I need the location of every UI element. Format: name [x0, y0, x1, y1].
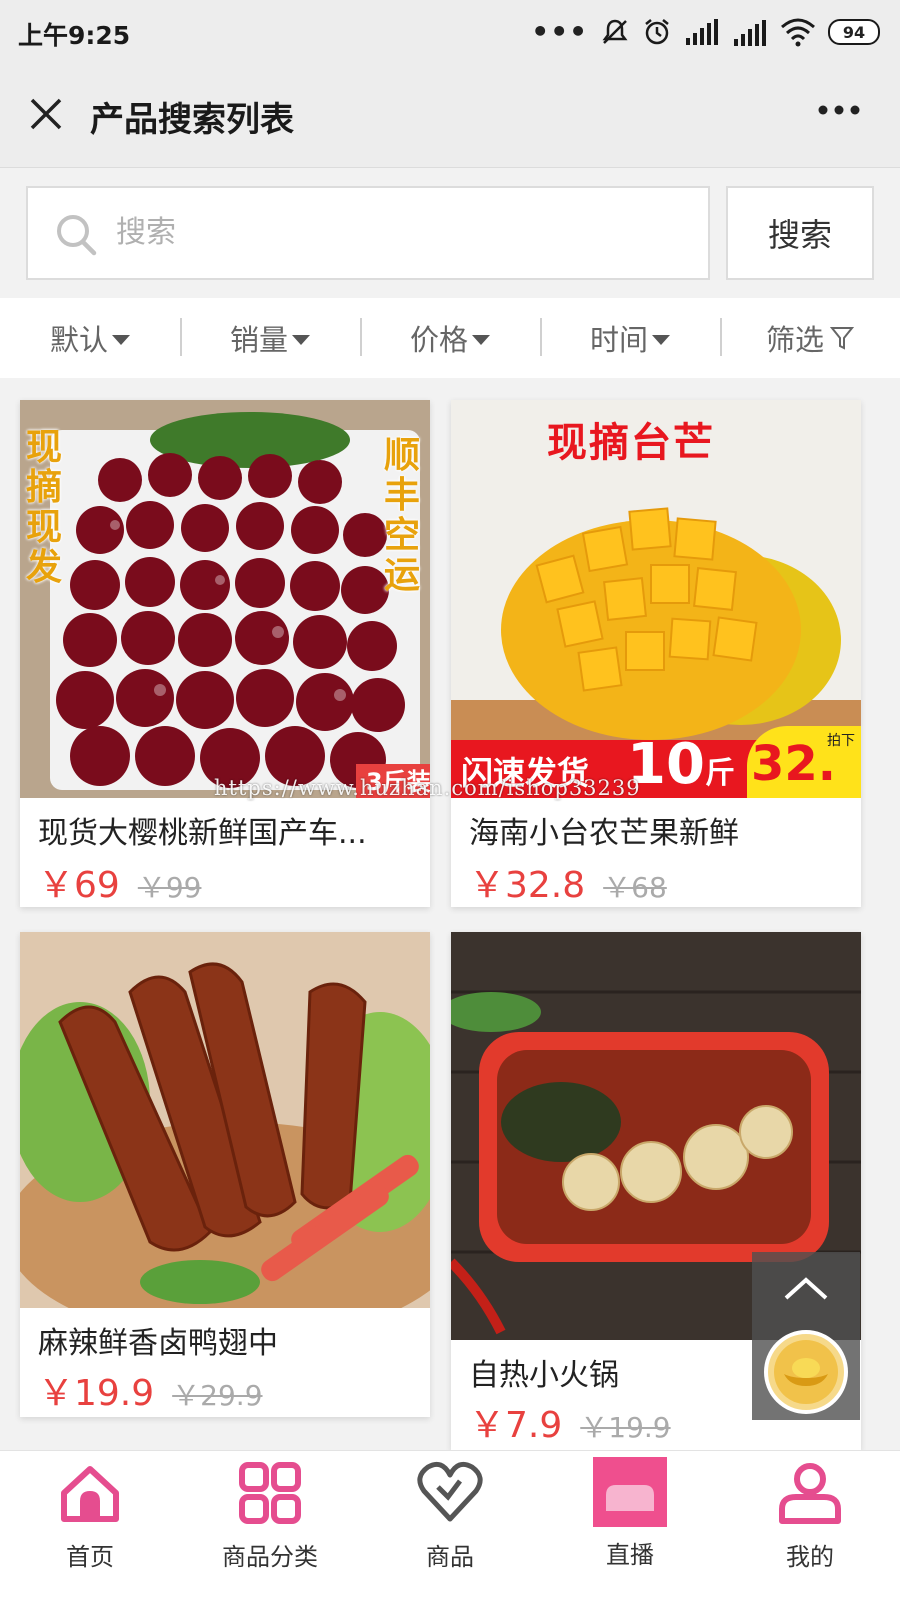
tab-products-label: 商品	[426, 1543, 474, 1571]
home-icon	[54, 1457, 126, 1529]
sort-price[interactable]: 价格	[360, 298, 540, 378]
gold-ingot-icon	[764, 1330, 848, 1414]
bottom-tab-bar: 首页 商品分类 商品 直播 我的	[0, 1450, 900, 1600]
search-area: 搜索	[0, 168, 900, 298]
signal-icon	[686, 19, 718, 45]
tab-live-label: 直播	[606, 1541, 654, 1569]
product-title: 麻辣鲜香卤鸭翅中	[38, 1326, 278, 1361]
back-to-top-button[interactable]	[752, 1252, 860, 1324]
search-input[interactable]	[116, 202, 676, 262]
status-icons: ••• 94	[531, 14, 880, 50]
status-bar: 上午9:25 ••• 94	[0, 0, 900, 64]
caret-down-icon	[652, 335, 670, 345]
search-box[interactable]	[26, 186, 710, 280]
product-price: ￥19.9	[38, 1373, 155, 1414]
sort-sales-label: 销量	[229, 323, 288, 357]
sort-filter-label: 筛选	[765, 323, 824, 357]
mango-badge-unit: 斤	[704, 756, 735, 791]
search-icon	[57, 215, 97, 256]
cherry-banner-right: 顺丰空运	[384, 435, 421, 596]
product-price: ￥69	[38, 865, 120, 906]
product-title: 自热小火锅	[469, 1358, 619, 1393]
mango-badge-price: 32.	[751, 736, 837, 792]
chevron-up-icon	[784, 1277, 828, 1300]
product-old-price: ￥19.9	[580, 1411, 671, 1444]
cherry-banner-left: 现摘现发	[26, 427, 63, 588]
sort-bar: 默认 销量 价格 时间 筛选	[0, 298, 900, 378]
tab-live[interactable]: 直播	[540, 1451, 720, 1600]
product-old-price: ￥68	[603, 871, 667, 904]
caret-down-icon	[292, 335, 310, 345]
heart-icon	[414, 1457, 486, 1529]
live-icon	[593, 1457, 667, 1527]
sort-default-label: 默认	[49, 323, 108, 357]
price-row: ￥19.9 ￥29.9	[38, 1364, 263, 1416]
product-title: 现货大樱桃新鲜国产车...	[38, 816, 367, 851]
product-card-duck[interactable]: 麻辣鲜香卤鸭翅中 ￥19.9 ￥29.9	[20, 932, 430, 1417]
sort-filter[interactable]: 筛选	[720, 298, 900, 378]
price-row: ￥32.8 ￥68	[469, 856, 667, 907]
tab-categories-label: 商品分类	[222, 1543, 318, 1571]
sort-time-label: 时间	[589, 323, 648, 357]
mango-price-badge: 拍下 32.	[747, 726, 861, 798]
sort-sales[interactable]: 销量	[180, 298, 360, 378]
wifi-icon	[781, 18, 815, 47]
product-image-cherry: 现摘现发 顺丰空运 3斤装	[20, 400, 430, 798]
mango-banner-top: 现摘台芒	[547, 420, 715, 466]
mute-icon	[602, 19, 628, 44]
caret-down-icon	[112, 335, 130, 345]
product-price: ￥32.8	[469, 865, 586, 906]
nav-bar: 产品搜索列表	[0, 64, 900, 168]
alarm-icon	[645, 19, 669, 45]
product-price: ￥7.9	[469, 1405, 563, 1446]
tab-mine-label: 我的	[786, 1543, 834, 1571]
user-icon	[774, 1457, 846, 1529]
sort-price-label: 价格	[409, 323, 468, 357]
mango-badge-mid: 10斤	[627, 732, 735, 797]
watermark-text: https://www.huzhan.com/ishop33239	[214, 776, 641, 800]
price-row: ￥69 ￥99	[38, 856, 201, 907]
cherry-illustration	[20, 400, 430, 798]
status-time: 上午9:25	[18, 21, 131, 50]
tab-home[interactable]: 首页	[0, 1451, 180, 1600]
duck-wing-illustration	[20, 932, 430, 1308]
grid-icon	[234, 1457, 306, 1529]
search-button[interactable]: 搜索	[726, 186, 874, 280]
tab-products[interactable]: 商品	[360, 1451, 540, 1600]
filter-icon	[830, 327, 854, 350]
product-title: 海南小台农芒果新鲜	[469, 816, 739, 851]
battery-icon: 94	[828, 19, 880, 45]
product-old-price: ￥29.9	[172, 1379, 263, 1412]
gold-ingot-button[interactable]	[752, 1324, 860, 1420]
tab-home-label: 首页	[66, 1543, 114, 1571]
product-image-mango: 现摘台芒 闪速发货 10斤 拍下 32.	[451, 400, 861, 798]
more-notifications-icon: •••	[531, 15, 588, 48]
battery-level: 94	[842, 22, 866, 42]
caret-down-icon	[472, 335, 490, 345]
price-row: ￥7.9 ￥19.9	[469, 1396, 671, 1448]
product-old-price: ￥99	[137, 871, 202, 904]
sort-time[interactable]: 时间	[540, 298, 720, 378]
tab-categories[interactable]: 商品分类	[180, 1451, 360, 1600]
product-card-cherry[interactable]: 现摘现发 顺丰空运 3斤装 现货大樱桃新鲜国产车... ￥69 ￥99	[20, 400, 430, 907]
tab-mine[interactable]: 我的	[720, 1451, 900, 1600]
product-image-duck	[20, 932, 430, 1308]
more-icon[interactable]	[816, 100, 862, 120]
sort-default[interactable]: 默认	[0, 298, 180, 378]
product-card-mango[interactable]: 现摘台芒 闪速发货 10斤 拍下 32. 海南小台农芒果新鲜 ￥32.8 ￥68	[451, 400, 861, 907]
hd-signal-icon	[734, 20, 766, 46]
page-title: 产品搜索列表	[90, 100, 294, 140]
close-icon[interactable]	[26, 94, 66, 134]
